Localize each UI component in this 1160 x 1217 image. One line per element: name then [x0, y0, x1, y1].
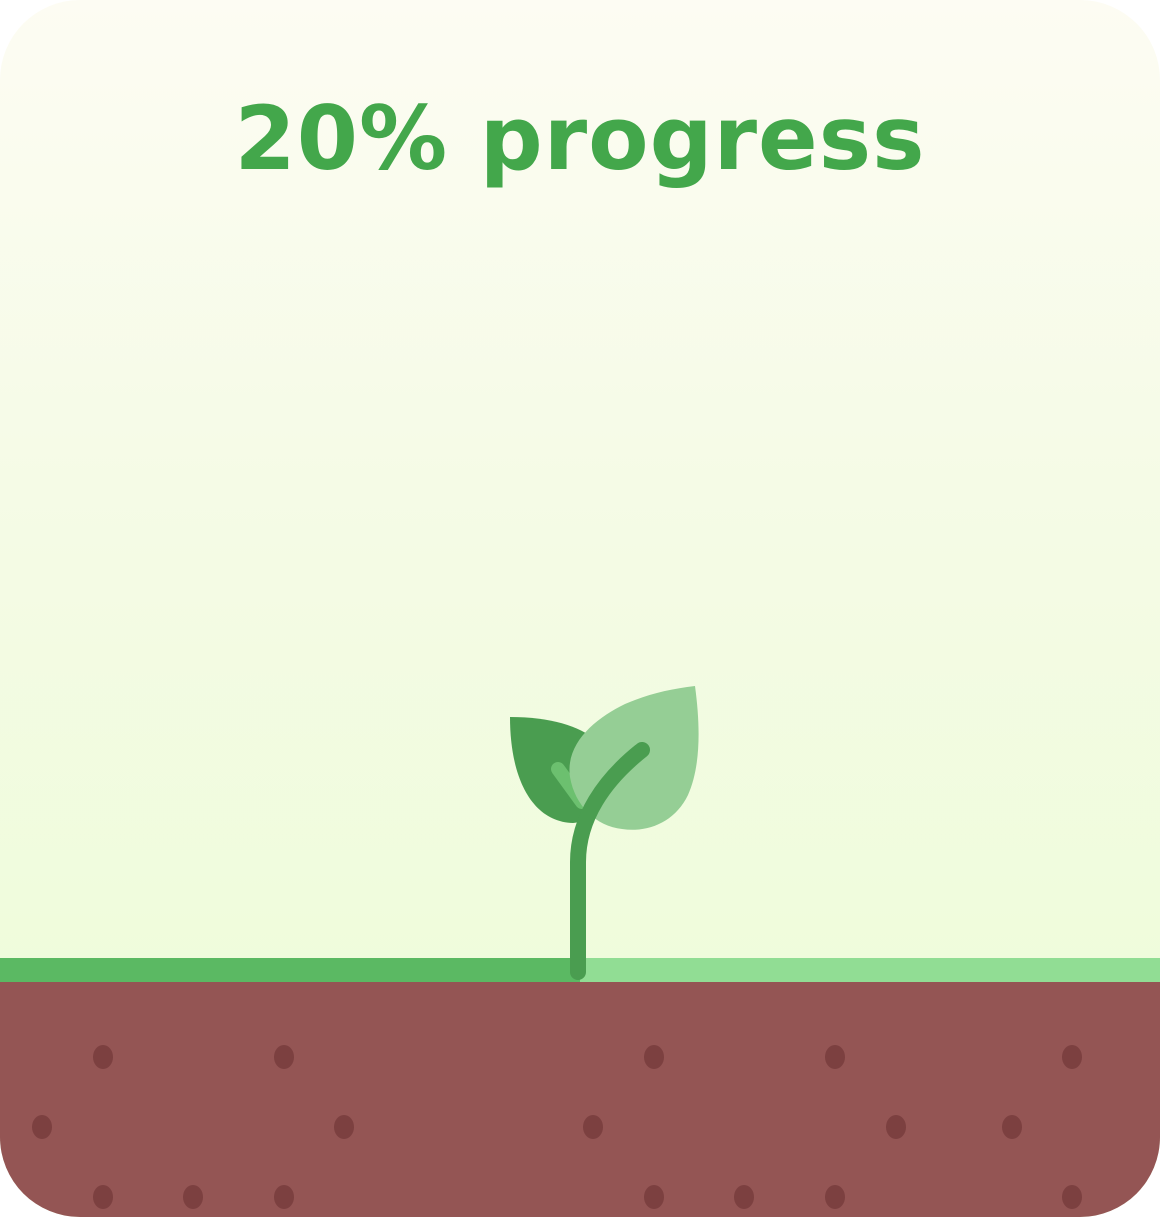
sprout-icon	[510, 686, 699, 980]
progress-card: 20% progress	[0, 0, 1160, 1217]
progress-fill	[0, 958, 580, 982]
garden-scene	[0, 686, 1160, 1217]
soil	[0, 982, 1160, 1217]
